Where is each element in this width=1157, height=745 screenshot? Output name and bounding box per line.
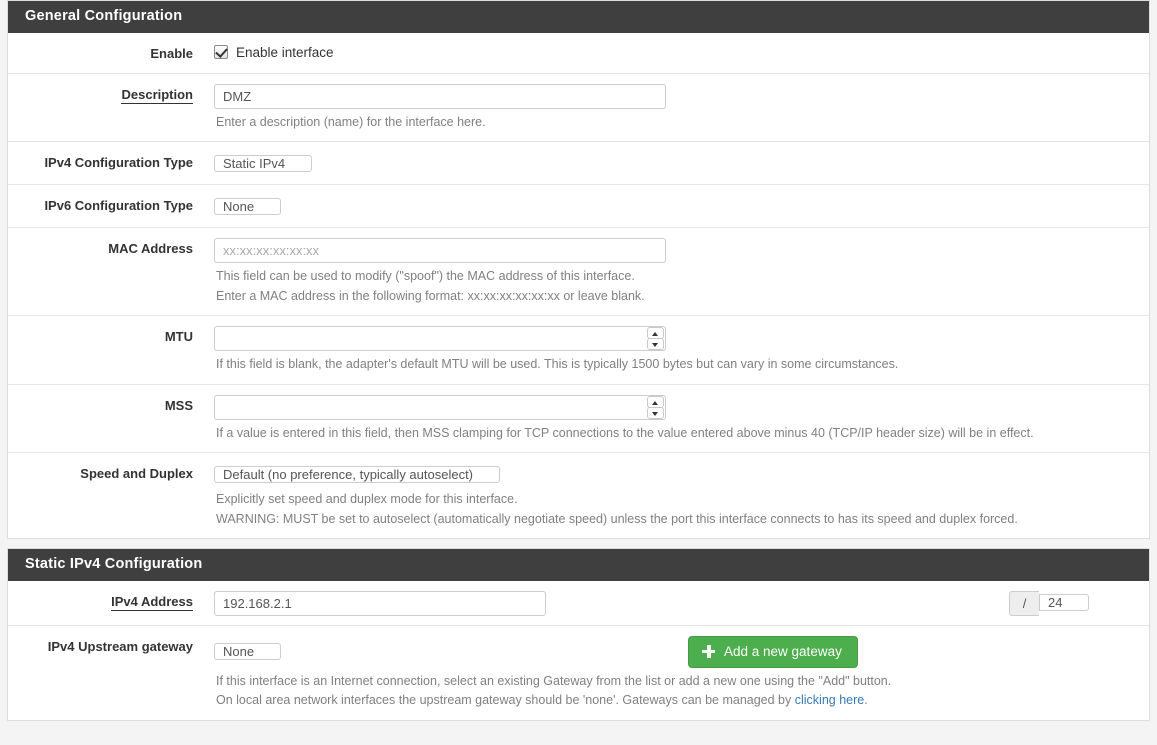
speed-duplex-help-line1: Explicitly set speed and duplex mode for… [216, 492, 518, 507]
mtu-stepper-buttons[interactable] [647, 327, 664, 351]
description-input[interactable] [214, 83, 666, 109]
row-ipv6-config-type: IPv6 Configuration Type None [8, 185, 1149, 229]
interface-configuration-page: General Configuration Enable Enable inte… [0, 0, 1157, 745]
ipv4-config-type-label: IPv4 Configuration Type [44, 155, 193, 171]
mtu-stepper[interactable] [214, 326, 666, 352]
row-ipv4-config-type: IPv4 Configuration Type Static IPv4 [8, 142, 1149, 186]
mss-control: If a value is entered in this field, the… [203, 385, 1149, 453]
enable-interface-checkbox[interactable] [214, 45, 228, 60]
ipv4-config-type-select-value[interactable]: Static IPv4 [214, 155, 313, 173]
mtu-help: If this field is blank, the adapter's de… [216, 357, 899, 372]
ipv4-address-label-text: IPv4 Address [111, 593, 193, 611]
stepper-down-icon[interactable] [647, 406, 664, 419]
add-new-gateway-button-label: Add a new gateway [724, 643, 842, 659]
mtu-label: MTU [164, 329, 193, 345]
ipv4-upstream-gateway-select-value[interactable]: None [214, 643, 282, 661]
general-configuration-heading: General Configuration [8, 1, 1149, 33]
ipv4-address-input[interactable] [214, 590, 546, 616]
ipv4-prefix-select-value[interactable]: 24 [1039, 593, 1090, 611]
enable-label: Enable [150, 45, 193, 61]
ipv6-config-type-select-value[interactable]: None [214, 198, 282, 216]
mac-address-help-line1: This field can be used to modify ("spoof… [216, 269, 635, 284]
mss-help: If a value is entered in this field, the… [216, 425, 1034, 440]
ipv4-config-type-control: Static IPv4 [203, 142, 1149, 184]
stepper-down-icon[interactable] [647, 338, 664, 351]
stepper-up-icon[interactable] [647, 395, 664, 408]
mac-address-help: This field can be used to modify ("spoof… [214, 267, 1137, 306]
description-label: Description [8, 74, 203, 114]
prefix-slash-label: / [1009, 590, 1039, 616]
ipv4-address-label: IPv4 Address [8, 581, 203, 621]
static-ipv4-configuration-panel: Static IPv4 Configuration IPv4 Address /… [7, 548, 1150, 721]
enable-interface-checkbox-label[interactable]: Enable interface [236, 45, 334, 60]
mtu-input[interactable] [214, 326, 666, 352]
speed-duplex-select-value[interactable]: Default (no preference, typically autose… [214, 466, 501, 484]
row-ipv4-address: IPv4 Address / 24 [8, 581, 1149, 626]
enable-control: Enable interface [203, 33, 1149, 69]
gateway-help-line2-before: On local area network interfaces the ups… [216, 693, 795, 708]
speed-duplex-label: Speed and Duplex [80, 466, 193, 482]
row-mtu: MTU If this field is blank, the adapter'… [8, 316, 1149, 385]
mss-input[interactable] [214, 394, 666, 420]
ipv4-upstream-gateway-help: If this interface is an Internet connect… [214, 672, 1137, 711]
ipv4-upstream-gateway-control: None Add a new gateway If this interface… [203, 626, 1149, 720]
ipv4-upstream-gateway-label: IPv4 Upstream gateway [47, 638, 193, 654]
row-description: Description Enter a description (name) f… [8, 74, 1149, 143]
speed-duplex-help-line2: WARNING: MUST be set to autoselect (auto… [216, 511, 1018, 526]
mtu-control: If this field is blank, the adapter's de… [203, 316, 1149, 384]
row-mac-address: MAC Address This field can be used to mo… [8, 228, 1149, 317]
speed-duplex-control: Default (no preference, typically autose… [203, 453, 1149, 538]
gateway-help-line1: If this interface is an Internet connect… [216, 673, 892, 688]
gateway-help-line2: On local area network interfaces the ups… [216, 691, 1137, 711]
ipv4-upstream-gateway-select[interactable]: None [214, 640, 660, 663]
description-control: Enter a description (name) for the inter… [203, 74, 1149, 142]
ipv6-config-type-label: IPv6 Configuration Type [44, 198, 193, 214]
speed-duplex-select[interactable]: Default (no preference, typically autose… [214, 463, 666, 486]
ipv4-address-control: / 24 [203, 581, 1149, 625]
plus-icon [702, 644, 715, 658]
ipv4-config-type-select[interactable]: Static IPv4 [214, 152, 666, 175]
mac-address-label: MAC Address [108, 241, 193, 257]
description-help: Enter a description (name) for the inter… [216, 114, 486, 129]
mac-address-control: This field can be used to modify ("spoof… [203, 228, 1149, 315]
mss-stepper-buttons[interactable] [647, 395, 664, 419]
ipv6-config-type-select[interactable]: None [214, 195, 660, 218]
row-ipv4-upstream-gateway: IPv4 Upstream gateway None Add a new gat… [8, 626, 1149, 720]
mss-stepper[interactable] [214, 394, 666, 420]
row-mss: MSS If a value is entered in this field,… [8, 385, 1149, 454]
row-speed-duplex: Speed and Duplex Default (no preference,… [8, 453, 1149, 538]
ipv4-prefix-group: / 24 [1009, 590, 1119, 616]
ipv6-config-type-control: None [203, 185, 1149, 227]
row-enable: Enable Enable interface [8, 33, 1149, 74]
add-new-gateway-button[interactable]: Add a new gateway [688, 635, 858, 668]
gateway-help-line2-after: . [864, 693, 868, 708]
mss-label: MSS [164, 397, 193, 413]
general-configuration-panel: General Configuration Enable Enable inte… [7, 0, 1150, 540]
mac-address-input[interactable] [214, 238, 666, 264]
speed-duplex-help: Explicitly set speed and duplex mode for… [214, 490, 1137, 529]
ipv4-prefix-select[interactable]: 24 [1039, 591, 1119, 616]
gateways-manage-link[interactable]: clicking here [795, 693, 864, 707]
mac-address-help-line2: Enter a MAC address in the following for… [216, 288, 645, 303]
static-ipv4-configuration-heading: Static IPv4 Configuration [8, 549, 1149, 581]
description-label-text: Description [121, 86, 193, 104]
